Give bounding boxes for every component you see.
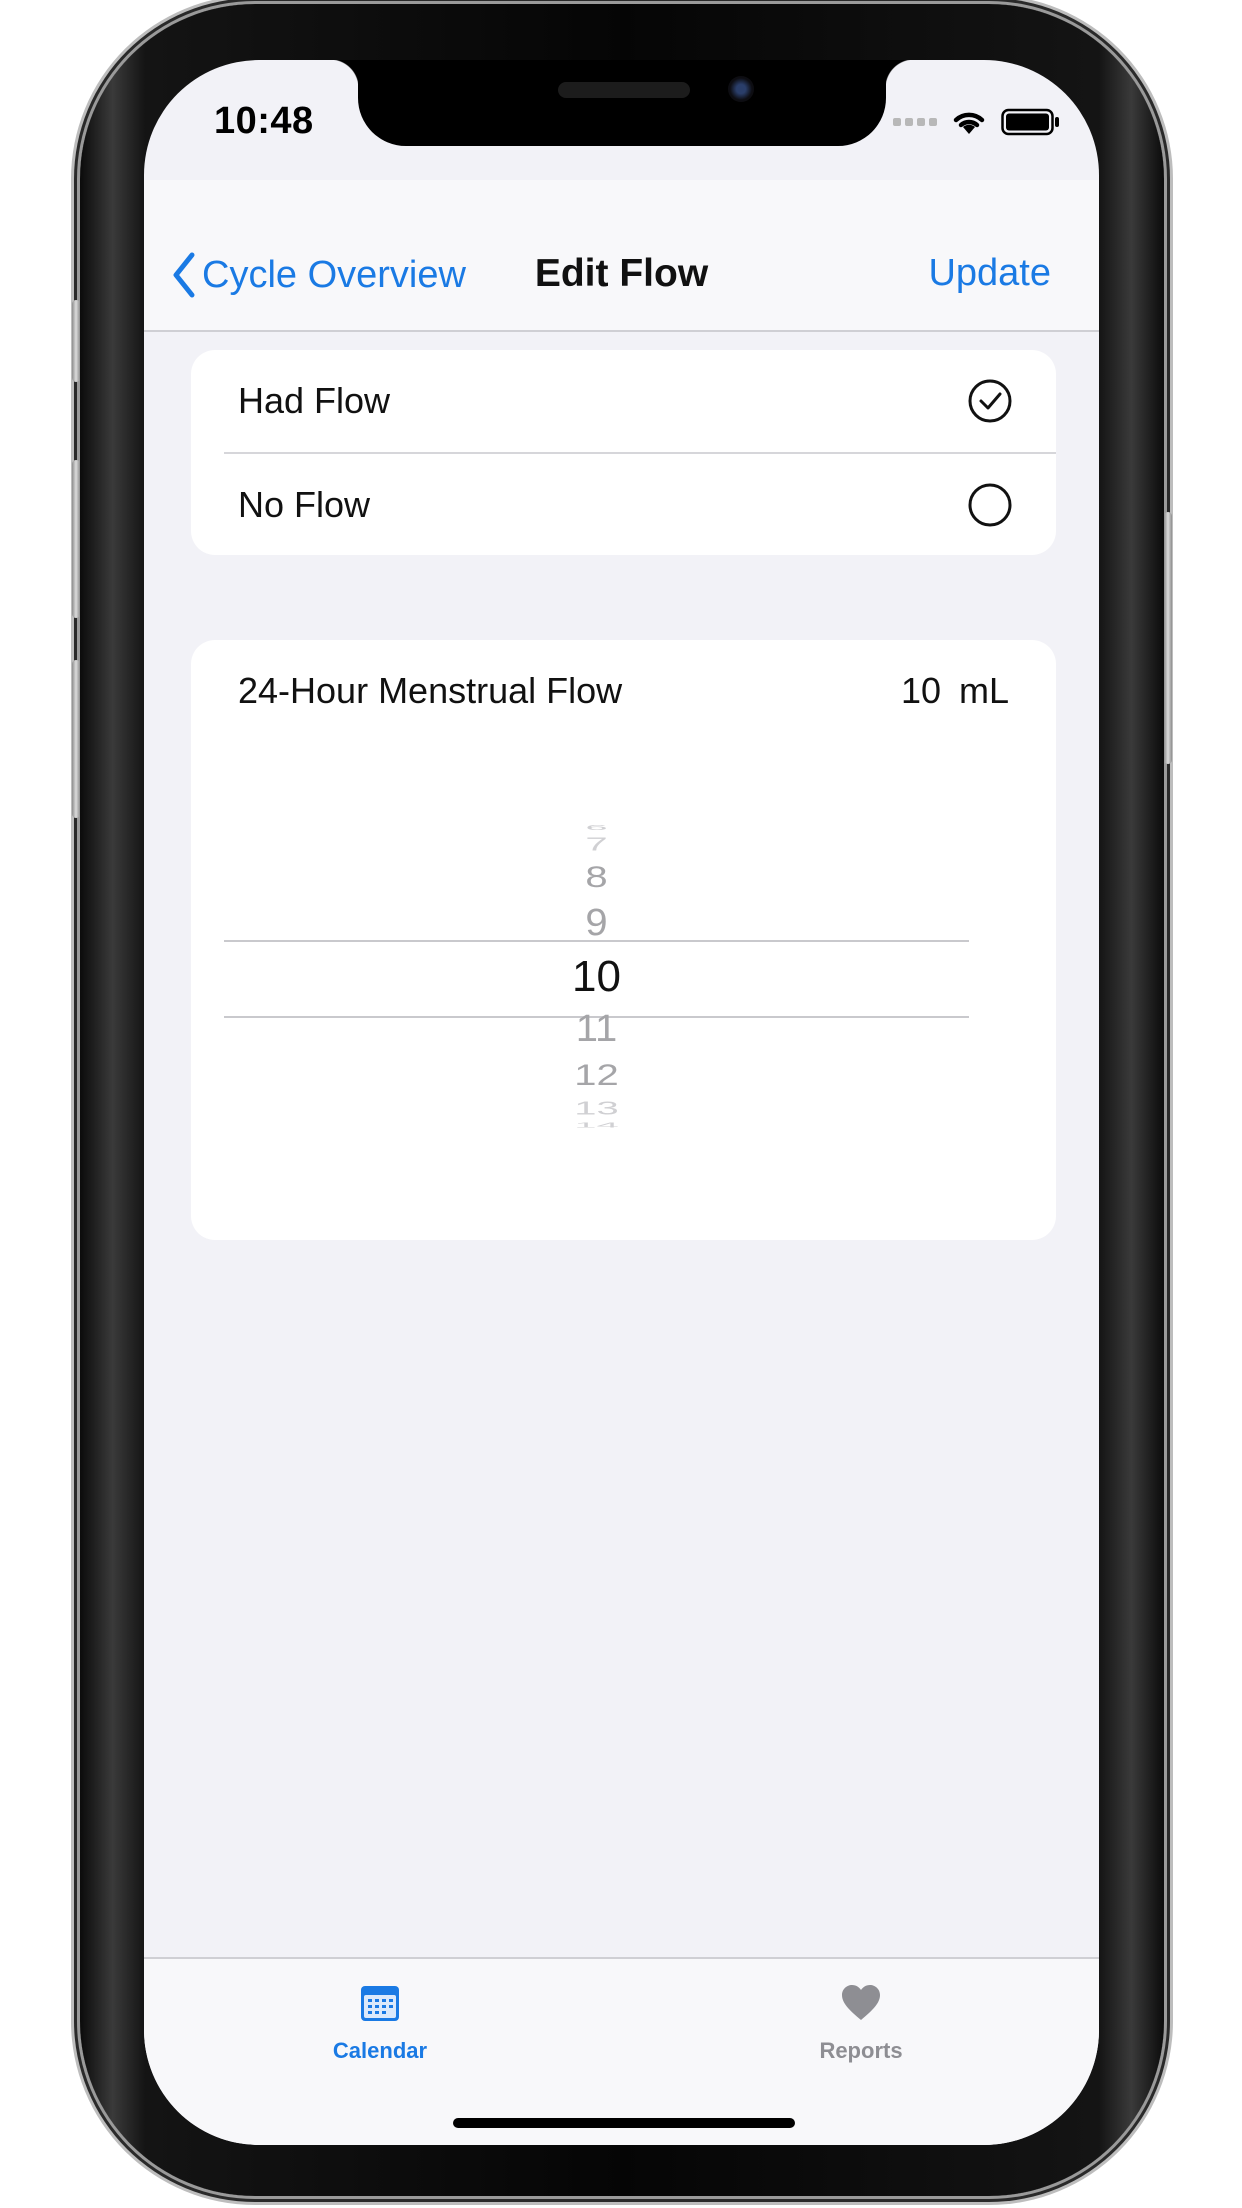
calendar-icon (361, 1986, 399, 2021)
notch (330, 60, 914, 146)
back-button[interactable]: Cycle Overview (172, 252, 466, 298)
volume-up-button (72, 460, 80, 618)
flow-amount-unit: mL (958, 670, 1009, 711)
option-no-flow[interactable]: No Flow (191, 454, 1056, 556)
power-button (1164, 512, 1172, 764)
earpiece-speaker (558, 82, 690, 98)
flow-amount-title: 24-Hour Menstrual Flow (238, 670, 623, 711)
cellular-signal-icon (893, 118, 937, 126)
picker-selected-number: 10 (572, 951, 621, 1001)
app-screen: 10:48 Cycle Overview Edit Flow Update Ha… (144, 60, 1099, 2145)
heart-icon (842, 1985, 880, 2020)
status-time: 10:48 (214, 100, 314, 142)
option-no-flow-label: No Flow (238, 484, 371, 525)
picker-number: 14 (574, 1121, 619, 1130)
empty-circle-icon (968, 483, 1012, 527)
tab-reports[interactable]: Reports (761, 1981, 961, 2064)
checkmark-circle-icon (968, 379, 1012, 423)
front-camera (728, 76, 754, 102)
tab-calendar[interactable]: Calendar (280, 1981, 480, 2064)
mute-switch (72, 300, 80, 382)
navigation-bar: Cycle Overview Edit Flow Update (144, 180, 1099, 332)
page-title-text: Edit Flow (534, 252, 709, 295)
back-button-label: Cycle Overview (202, 253, 466, 296)
picker-number: 13 (574, 1098, 619, 1119)
update-button[interactable]: Update (928, 252, 1051, 295)
status-icons (893, 108, 1061, 136)
battery-icon (1001, 108, 1059, 136)
picker-number: 7 (585, 833, 608, 855)
tab-reports-label: Reports (819, 2038, 903, 2063)
picker-number: 11 (575, 1008, 618, 1050)
picker-number: 8 (585, 860, 608, 894)
picker-number: 6 (585, 823, 608, 832)
flow-amount-picker[interactable]: 6 7 8 9 10 11 12 13 14 (224, 760, 969, 1170)
tab-bar: Calendar Reports (144, 1957, 1099, 2145)
home-indicator[interactable] (453, 2118, 795, 2128)
tab-calendar-label: Calendar (332, 2038, 428, 2063)
flow-amount-number: 10 (900, 670, 941, 711)
picker-number: 9 (585, 902, 608, 944)
picker-number: 12 (574, 1058, 619, 1092)
flow-amount-value: 10 mL (901, 670, 1009, 712)
chevron-left-icon (173, 252, 195, 298)
volume-down-button (72, 660, 80, 818)
option-had-flow-label: Had Flow (238, 380, 391, 421)
flow-amount-card: 24-Hour Menstrual Flow 10 mL 6 7 8 9 10 11 12 13… (191, 640, 1056, 1240)
wifi-icon (953, 112, 985, 134)
flow-options-card: Had Flow No Flow (191, 350, 1056, 555)
option-had-flow[interactable]: Had Flow (191, 350, 1056, 452)
